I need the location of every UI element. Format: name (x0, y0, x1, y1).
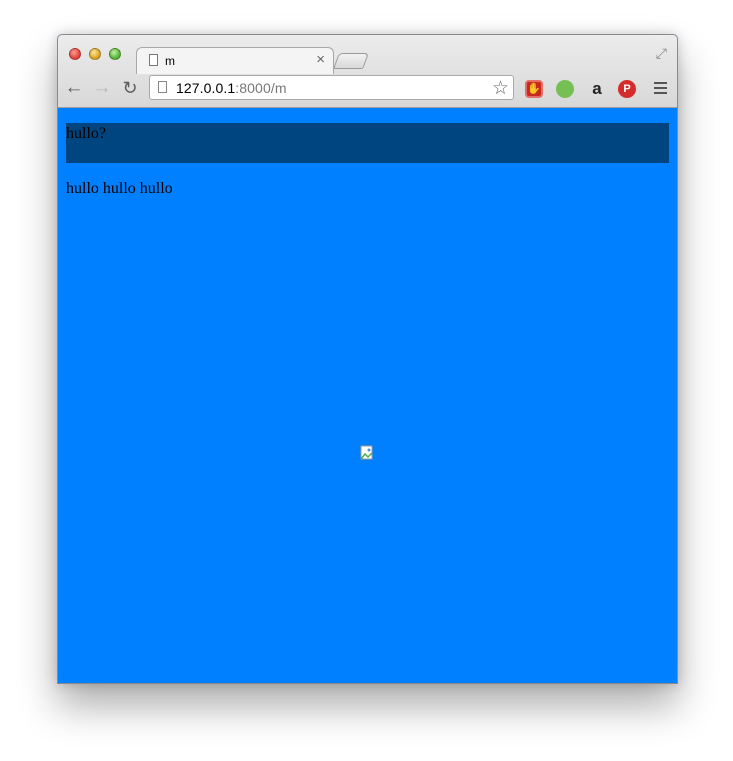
tab-title: m (165, 54, 175, 68)
header-box: hullo? (66, 123, 669, 163)
adblock-icon[interactable]: ✋ (525, 80, 543, 98)
pinterest-icon[interactable]: P (618, 80, 636, 98)
back-button[interactable]: ← (63, 77, 85, 99)
url-path: :8000/m (235, 80, 287, 96)
fullscreen-icon[interactable]: ⤢ (656, 45, 667, 62)
zoom-window-button[interactable] (109, 48, 121, 60)
amazon-icon[interactable]: a (587, 80, 607, 98)
broken-image-icon (360, 445, 373, 460)
bookmark-star-icon[interactable]: ☆ (492, 77, 509, 100)
page-icon (149, 54, 158, 66)
evernote-icon[interactable] (556, 80, 574, 98)
minimize-window-button[interactable] (89, 48, 101, 60)
forward-button[interactable]: → (91, 77, 113, 99)
paragraph-text: hullo hullo hullo (66, 180, 173, 197)
url-host: 127.0.0.1 (176, 80, 236, 96)
browser-toolbar: ← → ↻ 127.0.0.1:8000/m ☆ ✋ a P (58, 73, 677, 107)
menu-icon[interactable] (654, 82, 667, 94)
browser-window: m × ⤢ ← → ↻ 127.0.0.1:8000/m ☆ ✋ a P hul… (57, 34, 678, 684)
browser-chrome: m × ⤢ ← → ↻ 127.0.0.1:8000/m ☆ ✋ a P (58, 35, 677, 108)
tab-close-icon[interactable]: × (316, 51, 325, 68)
browser-tab[interactable]: m × (136, 47, 334, 74)
header-text: hullo? (66, 125, 106, 142)
address-bar[interactable]: 127.0.0.1:8000/m ☆ (149, 75, 514, 100)
close-window-button[interactable] (69, 48, 81, 60)
page-content: hullo? hullo hullo hullo (58, 108, 677, 683)
page-info-icon[interactable] (158, 81, 167, 93)
new-tab-button[interactable] (333, 53, 369, 69)
reload-button[interactable]: ↻ (119, 77, 141, 99)
url-text[interactable]: 127.0.0.1:8000/m (176, 80, 287, 96)
